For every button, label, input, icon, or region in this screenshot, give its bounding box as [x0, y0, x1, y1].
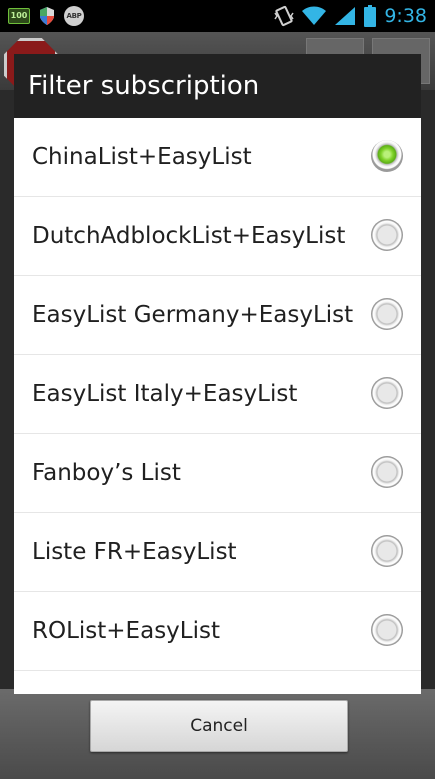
list-item-label: ROList+EasyList	[32, 618, 220, 644]
filter-subscription-dialog: Filter subscription ChinaList+EasyList D…	[14, 54, 421, 694]
radio-button[interactable]	[371, 219, 403, 251]
radio-button[interactable]	[371, 456, 403, 488]
list-item-label: ChinaList+EasyList	[32, 144, 252, 170]
list-item[interactable]: ChinaList+EasyList	[14, 118, 421, 197]
list-item[interactable]: DutchAdblockList+EasyList	[14, 197, 421, 276]
list-item-label: EasyList Germany+EasyList	[32, 302, 354, 328]
radio-button[interactable]	[371, 614, 403, 646]
shield-icon	[40, 7, 54, 25]
wifi-icon	[302, 6, 327, 25]
list-item[interactable]: Liste FR+EasyList	[14, 513, 421, 592]
list-item[interactable]: EasyList Germany+EasyList	[14, 276, 421, 355]
status-bar: 100 ABP 9:38	[0, 0, 435, 32]
list-item[interactable]: ROList+EasyList	[14, 592, 421, 671]
battery-notification-icon: 100	[8, 8, 30, 24]
radio-button[interactable]	[371, 535, 403, 567]
status-bar-notifications: 100 ABP	[8, 6, 84, 26]
clock: 9:38	[384, 5, 427, 27]
cancel-button[interactable]: Cancel	[90, 700, 348, 752]
signal-icon	[335, 7, 356, 25]
radio-button-checked[interactable]	[371, 140, 403, 172]
status-bar-system: 9:38	[274, 4, 427, 28]
vibrate-icon	[274, 5, 294, 27]
radio-button[interactable]	[371, 377, 403, 409]
battery-icon	[364, 5, 377, 27]
list-item[interactable]: Fanboy’s List	[14, 434, 421, 513]
radio-button[interactable]	[371, 298, 403, 330]
abp-icon: ABP	[64, 6, 84, 26]
list-item-label: EasyList Italy+EasyList	[32, 381, 298, 407]
list-item-label: DutchAdblockList+EasyList	[32, 223, 346, 249]
subscription-list: ChinaList+EasyList DutchAdblockList+Easy…	[14, 118, 421, 694]
list-item[interactable]: EasyList Italy+EasyList	[14, 355, 421, 434]
list-item-label: Liste FR+EasyList	[32, 539, 237, 565]
list-item-label: Fanboy’s List	[32, 460, 181, 486]
screen: 100 ABP 9:38 Filter subscription ChinaLi…	[0, 0, 435, 779]
dialog-title: Filter subscription	[14, 54, 421, 118]
